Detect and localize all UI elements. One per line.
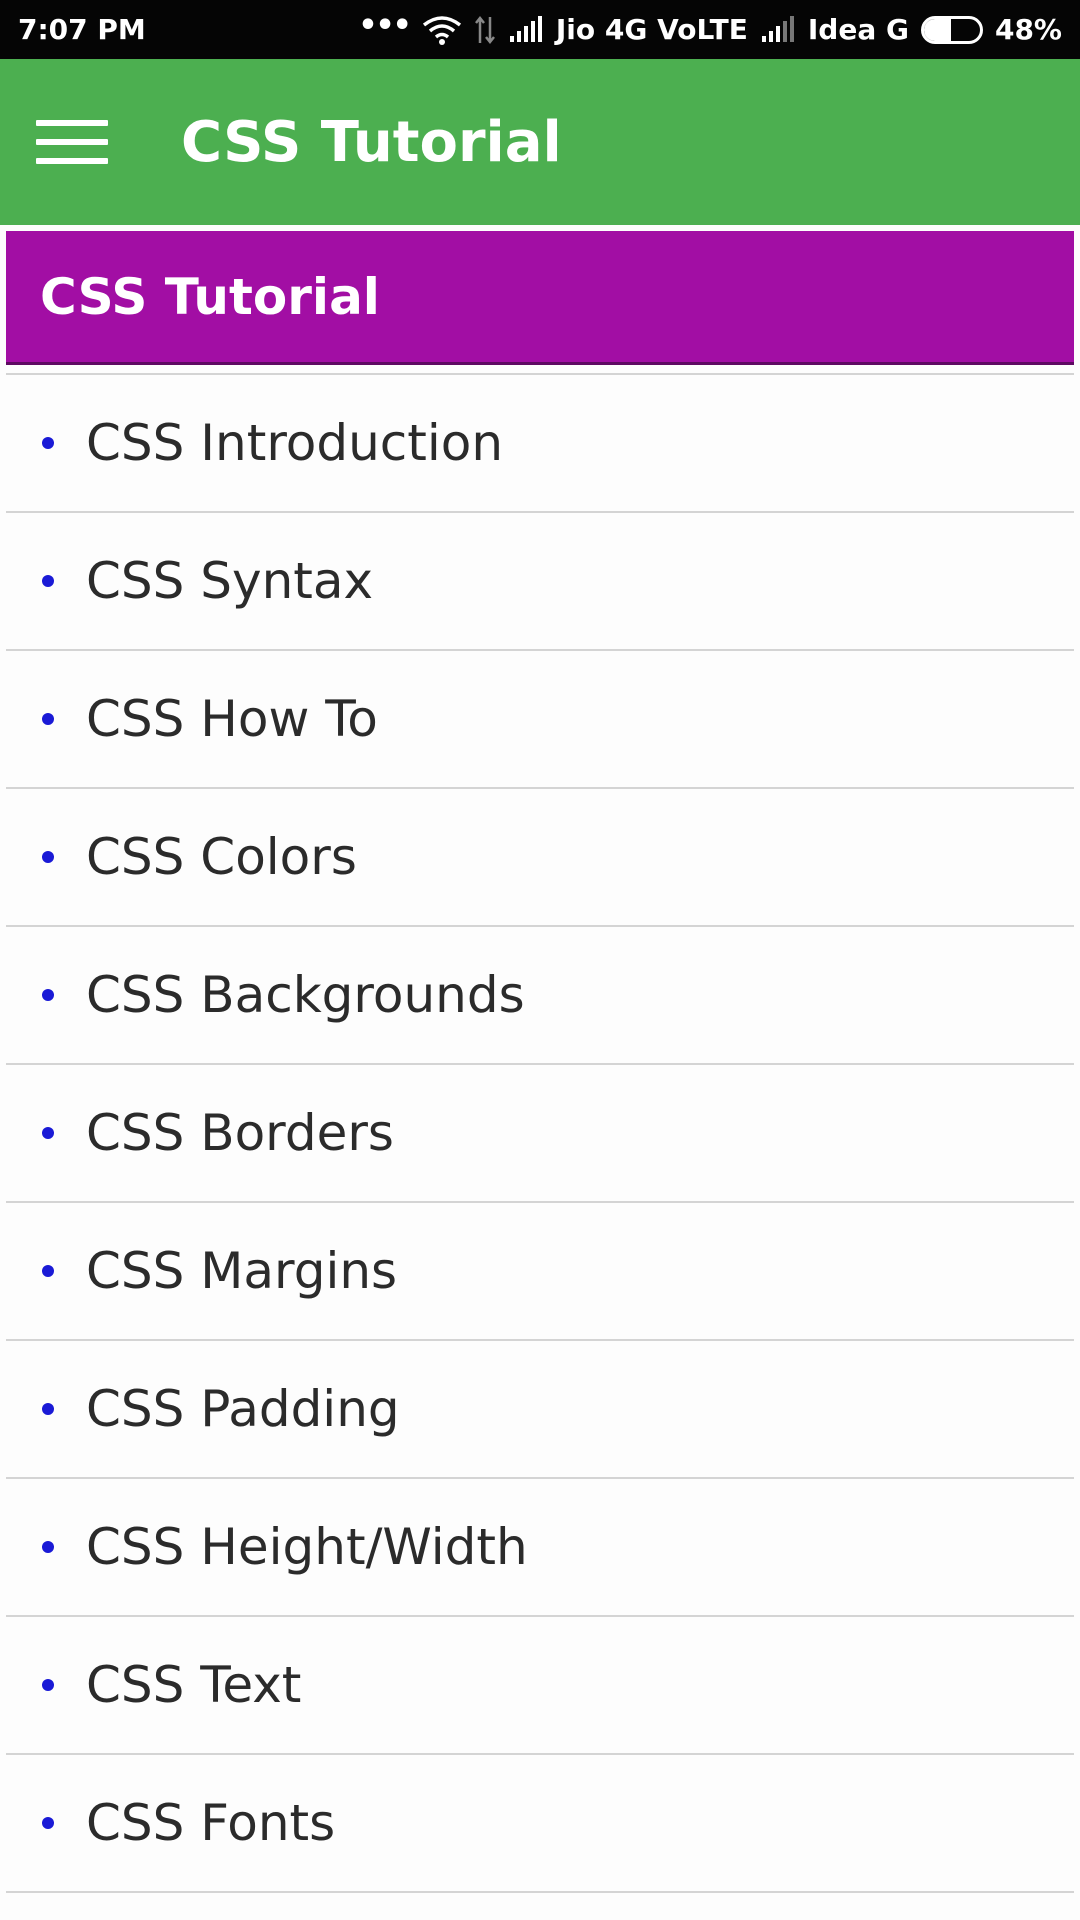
bullet-icon	[42, 1679, 54, 1691]
topic-label: CSS Padding	[86, 1380, 400, 1438]
section-header: CSS Tutorial	[6, 231, 1074, 365]
topic-label: CSS Syntax	[86, 552, 374, 610]
list-item[interactable]: CSS Backgrounds	[6, 927, 1074, 1065]
hamburger-menu-icon[interactable]	[36, 120, 108, 164]
status-indicators: ••• Jio 4G VoLTE Idea G 48%	[358, 8, 1062, 46]
topic-label: CSS Height/Width	[86, 1518, 528, 1576]
app-bar: CSS Tutorial	[0, 59, 1080, 225]
bullet-icon	[42, 1817, 54, 1829]
bullet-icon	[42, 437, 54, 449]
signal-icon	[760, 15, 796, 44]
list-item[interactable]: CSS Height/Width	[6, 1479, 1074, 1617]
bullet-icon	[42, 713, 54, 725]
carrier2-label: Idea G	[807, 13, 909, 46]
bullet-icon	[42, 989, 54, 1001]
topic-label: CSS Fonts	[86, 1794, 336, 1852]
battery-level	[923, 18, 951, 41]
app-title: CSS Tutorial	[181, 109, 562, 175]
topic-label: CSS Borders	[86, 1104, 394, 1162]
bullet-icon	[42, 1265, 54, 1277]
status-time: 7:07 PM	[18, 13, 146, 46]
status-bar: 7:07 PM ••• Jio 4G VoLTE Idea G 48%	[0, 0, 1080, 59]
list-item[interactable]: CSS Introduction	[6, 375, 1074, 513]
bullet-icon	[42, 1127, 54, 1139]
bullet-icon	[42, 851, 54, 863]
list-item[interactable]: CSS Fonts	[6, 1755, 1074, 1893]
topic-label: CSS How To	[86, 690, 378, 748]
topic-label: CSS Margins	[86, 1242, 398, 1300]
list-item[interactable]: CSS How To	[6, 651, 1074, 789]
list-item[interactable]: CSS Margins	[6, 1203, 1074, 1341]
more-dots-icon: •••	[358, 8, 412, 43]
carrier1-label: Jio 4G VoLTE	[555, 13, 748, 46]
list-item[interactable]: CSS Text	[6, 1617, 1074, 1755]
bullet-icon	[42, 1403, 54, 1415]
battery-percent: 48%	[994, 13, 1062, 46]
wifi-icon	[422, 15, 462, 45]
list-item[interactable]: CSS Syntax	[6, 513, 1074, 651]
bullet-icon	[42, 575, 54, 587]
list-item[interactable]: CSS Colors	[6, 789, 1074, 927]
menu-line	[36, 158, 108, 164]
topic-list: CSS Introduction CSS Syntax CSS How To CSS …	[6, 373, 1074, 1893]
topic-label: CSS Colors	[86, 828, 357, 886]
topic-label: CSS Text	[86, 1656, 302, 1714]
list-item[interactable]: CSS Borders	[6, 1065, 1074, 1203]
menu-line	[36, 120, 108, 126]
battery-icon	[920, 15, 983, 44]
signal-icon	[508, 15, 544, 44]
topic-label: CSS Introduction	[86, 414, 504, 472]
topic-label: CSS Backgrounds	[86, 966, 525, 1024]
bullet-icon	[42, 1541, 54, 1553]
menu-line	[36, 139, 108, 145]
data-transfer-icon	[474, 15, 496, 45]
list-item[interactable]: CSS Padding	[6, 1341, 1074, 1479]
